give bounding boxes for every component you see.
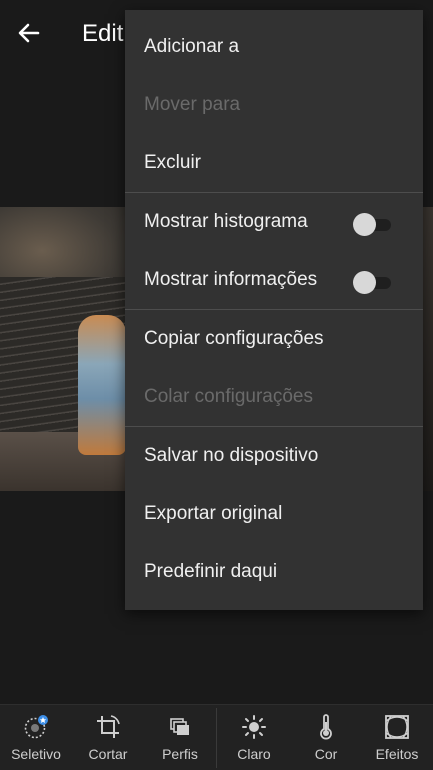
menu-item-excluir[interactable]: Excluir <box>125 138 423 190</box>
menu-item-label: Mostrar informações <box>144 269 318 290</box>
tool-claro[interactable]: Claro <box>218 705 290 770</box>
menu-item-predefinir-daqui[interactable]: Predefinir daqui <box>125 547 423 599</box>
tool-label: Cor <box>314 746 338 762</box>
menu-item-copiar-configuracoes[interactable]: Copiar configurações <box>125 314 423 366</box>
back-button[interactable] <box>14 18 44 48</box>
tool-label: Perfis <box>162 746 198 762</box>
menu-item-adicionar-a[interactable]: Adicionar a <box>125 22 423 74</box>
tool-label: Claro <box>237 746 271 762</box>
color-temperature-icon <box>320 714 332 740</box>
menu-item-label: Copiar configurações <box>144 328 324 349</box>
back-arrow-icon <box>18 23 40 43</box>
toolbar-separator <box>216 708 217 768</box>
tool-cortar[interactable]: Cortar <box>72 705 144 770</box>
menu-item-mover-para: Mover para <box>125 80 423 132</box>
crop-icon <box>97 715 120 738</box>
tool-seletivo[interactable]: Seletivo <box>0 705 72 770</box>
menu-item-label: Salvar no dispositivo <box>144 445 319 466</box>
menu-item-salvar-no-dispositivo[interactable]: Salvar no dispositivo <box>125 431 423 483</box>
menu-item-exportar-original[interactable]: Exportar original <box>125 489 423 541</box>
page-title: Edit <box>82 20 124 47</box>
tool-perfis[interactable]: Perfis <box>144 705 216 770</box>
menu-divider <box>125 192 423 193</box>
menu-item-label: Mostrar histograma <box>144 211 308 232</box>
menu-item-label: Excluir <box>144 152 202 173</box>
profiles-icon <box>170 718 189 735</box>
menu-item-label: Mover para <box>144 94 241 115</box>
menu-item-label: Adicionar a <box>144 36 240 57</box>
menu-item-mostrar-informacoes[interactable]: Mostrar informações <box>125 255 423 307</box>
menu-item-label: Predefinir daqui <box>144 561 278 582</box>
tool-label: Seletivo <box>11 746 61 762</box>
menu-item-colar-configuracoes: Colar configurações <box>125 372 423 424</box>
tool-efeitos[interactable]: Efeitos <box>361 705 433 770</box>
menu-item-mostrar-histograma[interactable]: Mostrar histograma <box>125 197 423 249</box>
menu-divider <box>125 309 423 310</box>
effects-icon <box>385 715 409 739</box>
light-icon <box>242 715 266 739</box>
menu-item-label: Colar configurações <box>144 386 313 407</box>
overflow-menu: Adicionar a Mover para Excluir Mostrar h… <box>125 10 423 610</box>
selective-icon <box>24 715 48 739</box>
histogram-toggle[interactable] <box>353 213 391 236</box>
tool-label: Cortar <box>88 746 128 762</box>
tool-cor[interactable]: Cor <box>290 705 362 770</box>
bottom-toolbar: Seletivo Cortar Perfis Claro Cor Efeitos <box>0 704 433 770</box>
menu-item-label: Exportar original <box>144 503 283 524</box>
menu-divider <box>125 426 423 427</box>
info-toggle[interactable] <box>353 271 391 294</box>
tool-label: Efeitos <box>375 746 419 762</box>
